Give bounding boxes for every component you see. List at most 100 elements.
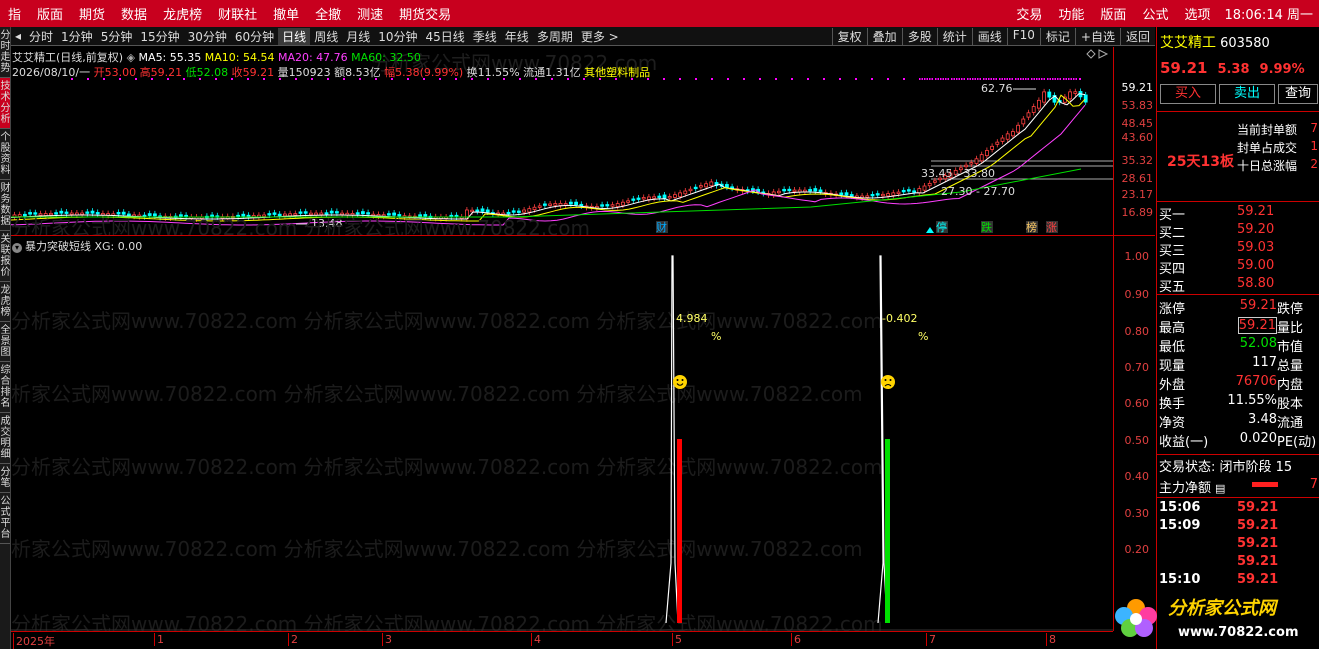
- menu-right-item-4[interactable]: 选项: [1176, 4, 1218, 23]
- left-tab-10[interactable]: 公式平台: [0, 493, 10, 544]
- date-tick-8: 8: [1046, 633, 1056, 646]
- signal-label-2: -0.402: [882, 312, 917, 325]
- ma10-line: [11, 94, 1086, 222]
- menu-item-3[interactable]: 数据: [113, 4, 155, 23]
- left-tab-1[interactable]: 技术分析: [0, 78, 10, 129]
- left-tab-4[interactable]: 关联报价: [0, 231, 10, 282]
- bar-date: 2026/08/10/一: [12, 66, 94, 79]
- menu-right-item-0[interactable]: 交易: [1008, 4, 1050, 23]
- bar-sector: 其他塑料制品: [584, 66, 651, 79]
- candle-body: [340, 212, 345, 216]
- kline-axis-tick-7: 16.89: [1121, 206, 1154, 219]
- period-tab-5[interactable]: 60分钟: [231, 28, 278, 45]
- bar-change: 幅5.38(9.99%): [384, 66, 467, 79]
- period-tab-10[interactable]: 45日线: [422, 28, 469, 45]
- left-tab-3[interactable]: 财务数据: [0, 180, 10, 231]
- left-tab-7[interactable]: 综合排名: [0, 362, 10, 413]
- candle-body: [1026, 112, 1031, 118]
- tool-button-0[interactable]: 复权: [831, 27, 867, 45]
- menu-item-4[interactable]: 龙虎榜: [155, 4, 210, 23]
- menu-right-item-2[interactable]: 版面: [1092, 4, 1134, 23]
- tool-button-4[interactable]: 画线: [971, 27, 1007, 45]
- indicator-chart[interactable]: 分析家公式网www.70822.com 分析家公式网www.70822.com …: [11, 236, 1113, 631]
- tool-button-5[interactable]: F10: [1006, 27, 1040, 45]
- up-arrow-icon: [926, 227, 934, 233]
- tick-price-0: 59.21: [1237, 500, 1279, 515]
- left-tab-5[interactable]: 龙虎榜: [0, 282, 10, 322]
- streak-row: 25天13板: [1157, 151, 1319, 171]
- candle-body: [610, 204, 615, 207]
- menu-item-7[interactable]: 全撤: [307, 4, 349, 23]
- bar-volume: 量150923: [277, 66, 335, 79]
- period-tab-1[interactable]: 1分钟: [57, 28, 97, 45]
- collapse-icon[interactable]: ▾: [12, 243, 22, 253]
- candle-body: [969, 162, 974, 165]
- candle-body: [563, 203, 568, 206]
- period-tab-12[interactable]: 年线: [501, 28, 533, 45]
- period-tab-7[interactable]: 周线: [310, 28, 342, 45]
- bar-amount: 额8.53亿: [334, 66, 385, 79]
- period-tab-0[interactable]: 分时: [25, 28, 57, 45]
- candle-body: [667, 196, 672, 199]
- ma10-value: MA10: 54.54: [204, 51, 278, 64]
- left-tab-6[interactable]: 全景图: [0, 322, 10, 362]
- left-tab-8[interactable]: 成交明细: [0, 413, 10, 464]
- period-tab-2[interactable]: 5分钟: [97, 28, 137, 45]
- toolbar-collapse-icon[interactable]: ◂: [11, 29, 25, 43]
- period-tab-9[interactable]: 10分钟: [374, 28, 421, 45]
- event-marker-4: 涨: [1046, 221, 1057, 234]
- menu-bar: 指版面 期货 数据 龙虎榜 财联社 撤单 全撤 测速 期货交易 交易 功能 版面 公式 选项 18:06:1…: [0, 0, 1319, 27]
- menu-item-6[interactable]: 撤单: [265, 4, 307, 23]
- period-tab-4[interactable]: 30分钟: [184, 28, 231, 45]
- sell-button[interactable]: 卖出: [1219, 84, 1275, 104]
- candle-body: [600, 204, 604, 207]
- menu-right-item-1[interactable]: 功能: [1050, 4, 1092, 23]
- menu-item-9[interactable]: 期货交易: [391, 4, 459, 23]
- logo-text: 分析家公式网: [1168, 598, 1279, 619]
- menu-right-item-3[interactable]: 公式: [1134, 4, 1176, 23]
- tool-button-8[interactable]: 返回: [1119, 27, 1155, 45]
- list-icon[interactable]: ▤: [1211, 482, 1225, 495]
- candle-body: [688, 188, 693, 192]
- candle-body: [28, 212, 33, 215]
- candle-body: [308, 212, 313, 216]
- tool-button-2[interactable]: 多股: [901, 27, 937, 45]
- period-tab-8[interactable]: 月线: [342, 28, 374, 45]
- period-tab-13[interactable]: 多周期: [533, 28, 577, 45]
- left-tab-2[interactable]: 个股资料: [0, 129, 10, 180]
- candle-body: [907, 189, 911, 192]
- indicator-xg: XG: 0.00: [94, 240, 143, 253]
- menu-item-2[interactable]: 期货: [71, 4, 113, 23]
- menu-item-5[interactable]: 财联社: [210, 4, 265, 23]
- menu-item-8[interactable]: 测速: [349, 4, 391, 23]
- toolbar-tools: 复权 叠加 多股 统计 画线 F10 标记 +自选 返回: [831, 27, 1155, 45]
- status-row: 交易状态: 闭市阶段 15: [1157, 456, 1319, 475]
- period-tab-6[interactable]: 日线: [278, 27, 311, 45]
- bar-low: 低52.08: [185, 66, 232, 79]
- candle-body: [334, 211, 339, 214]
- candle-body: [480, 208, 485, 212]
- menu-item-0[interactable]: 指: [0, 4, 29, 23]
- left-tab-9[interactable]: 分笔: [0, 464, 10, 493]
- stat-value-6: 3.48: [1248, 412, 1277, 427]
- period-tab-3[interactable]: 15分钟: [136, 28, 183, 45]
- tool-button-3[interactable]: 统计: [936, 27, 972, 45]
- query-button[interactable]: 查询: [1278, 84, 1318, 104]
- buy-button[interactable]: 买入: [1160, 84, 1216, 104]
- left-tab-0[interactable]: 分时走势: [0, 27, 10, 78]
- menu-item-1[interactable]: 版面: [29, 4, 71, 23]
- period-tab-11[interactable]: 季线: [469, 28, 501, 45]
- stat-row-7: 收益(一) 0.020 PE(动): [1157, 431, 1319, 450]
- stock-name: 艾艾精工: [1160, 35, 1216, 51]
- site-logo: 分析家公式网 www.70822.com: [1115, 598, 1299, 640]
- tool-button-6[interactable]: 标记: [1039, 27, 1075, 45]
- tool-button-7[interactable]: +自选: [1074, 27, 1120, 45]
- period-tab-14[interactable]: 更多 >: [577, 28, 623, 45]
- face-circle: [881, 375, 895, 389]
- candle-body: [641, 197, 646, 200]
- bid-label-4: 买五: [1159, 280, 1186, 295]
- candle-body: [657, 195, 662, 198]
- main-force-label: 主力净额: [1159, 481, 1212, 496]
- stat-label2-7: PE(动): [1277, 435, 1317, 450]
- tool-button-1[interactable]: 叠加: [866, 27, 902, 45]
